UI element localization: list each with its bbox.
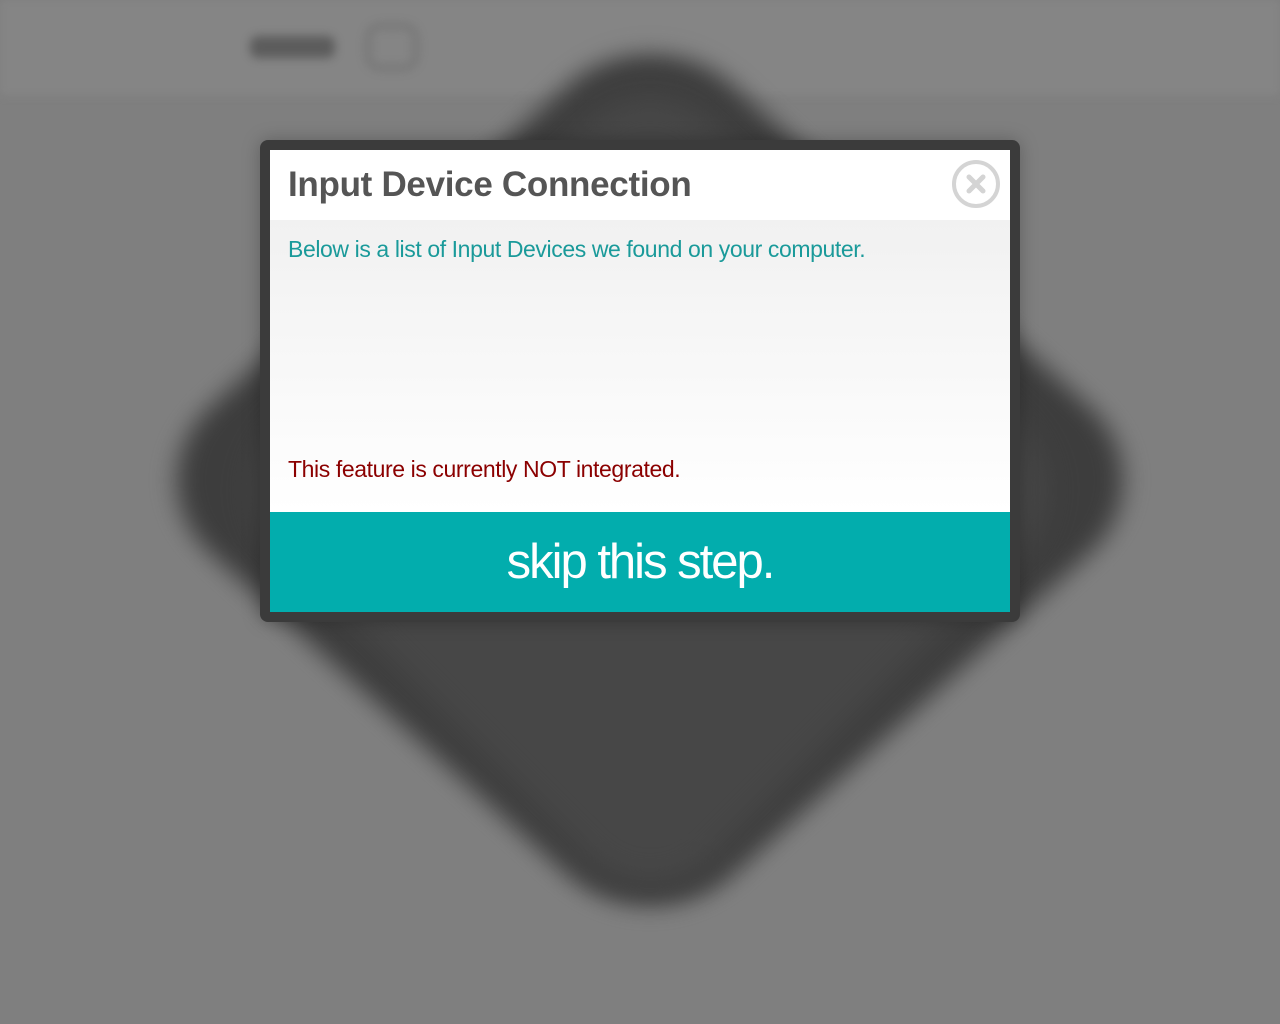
close-icon (966, 174, 986, 194)
background-logo-text (250, 36, 335, 58)
device-list (288, 280, 992, 440)
close-button[interactable] (952, 160, 1000, 208)
input-device-dialog: Input Device Connection Below is a list … (270, 150, 1010, 612)
skip-step-button[interactable]: skip this step. (270, 512, 1010, 612)
not-integrated-warning: This feature is currently NOT integrated… (288, 456, 681, 482)
intro-text: Below is a list of Input Devices we foun… (288, 236, 866, 262)
modal-frame: Input Device Connection Below is a list … (260, 140, 1020, 622)
modal-title: Input Device Connection (288, 165, 692, 204)
modal-body: Below is a list of Input Devices we foun… (270, 220, 1010, 512)
background-logo-icon (366, 24, 418, 70)
modal-header: Input Device Connection (270, 150, 1010, 220)
